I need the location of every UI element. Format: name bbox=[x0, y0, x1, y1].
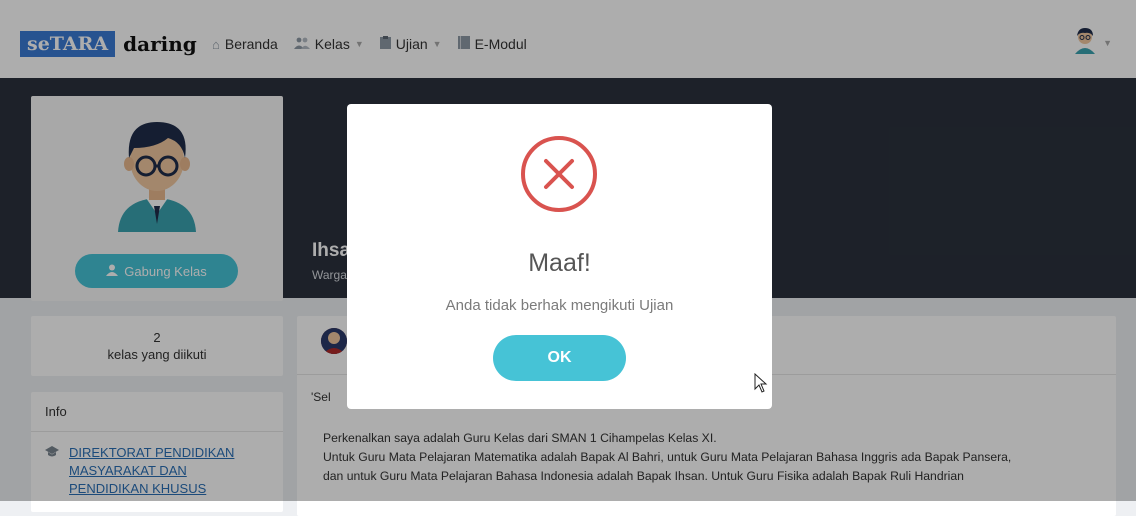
dialog-message: Anda tidak berhak mengikuti Ujian bbox=[445, 297, 674, 314]
error-dialog: Maaf! Anda tidak berhak mengikuti Ujian … bbox=[347, 104, 772, 409]
ok-button[interactable]: OK bbox=[493, 335, 626, 381]
dialog-title: Maaf! bbox=[528, 249, 591, 277]
mouse-cursor-icon bbox=[754, 372, 768, 393]
error-x-icon bbox=[519, 134, 599, 214]
